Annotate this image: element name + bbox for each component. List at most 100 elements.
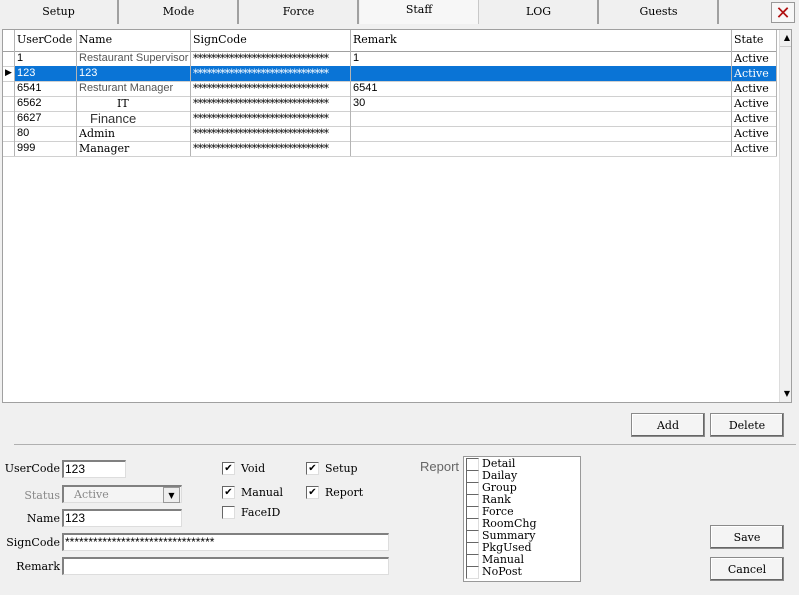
col-state[interactable]: State — [732, 30, 777, 51]
remark-cell: 6541 — [351, 81, 732, 96]
checkbox-label: Manual — [241, 486, 284, 499]
status-select[interactable]: Active ▼ — [62, 485, 182, 503]
remark-cell — [351, 66, 732, 81]
col-name[interactable]: Name — [77, 30, 191, 51]
checkbox-icon[interactable] — [222, 506, 235, 519]
report-label: Report — [420, 459, 460, 474]
remark-cell — [351, 126, 732, 141]
chevron-down-icon[interactable]: ▼ — [163, 487, 180, 503]
delete-button[interactable]: Delete — [710, 413, 784, 437]
row-selector-icon[interactable] — [3, 141, 15, 156]
table-row[interactable]: 6562 IT ****************************** 30 Ac… — [3, 96, 777, 112]
status-value: Active — [74, 488, 109, 501]
remark-cell: 30 — [351, 96, 732, 111]
checkbox-void[interactable]: ✔ Void — [222, 462, 265, 475]
name-cell: Restaurant Supervisor — [77, 51, 191, 66]
name-input[interactable]: 123 — [62, 509, 182, 527]
signcode-input[interactable]: ******************************** — [62, 533, 389, 551]
scroll-down-icon[interactable]: ▼ — [780, 386, 791, 402]
cancel-button[interactable]: Cancel — [710, 557, 784, 581]
usercode-cell: 123 — [15, 66, 77, 81]
tab-force[interactable]: Force — [240, 0, 359, 24]
checkbox-setup[interactable]: ✔ Setup — [306, 462, 358, 475]
table-row[interactable]: 999 Manager ******************************… — [3, 141, 777, 157]
signcode-cell: ****************************** — [191, 111, 351, 126]
checkbox-manual[interactable]: ✔ Manual — [222, 486, 283, 499]
remark-cell — [351, 141, 732, 156]
col-usercode[interactable]: UserCode — [15, 30, 77, 51]
name-label: Name — [26, 512, 60, 525]
tab-setup[interactable]: Setup — [0, 0, 119, 24]
signcode-cell: ****************************** — [191, 66, 351, 81]
name-cell: Admin — [77, 126, 191, 141]
usercode-input[interactable]: 123 — [62, 460, 126, 478]
report-list[interactable]: Detail Dailay Group Rank Force RoomChg Summary… — [463, 456, 581, 582]
name-cell: Finance — [77, 111, 191, 126]
tab-mode[interactable]: Mode — [120, 0, 239, 24]
table-row[interactable]: 1 Restaurant Supervisor ******************… — [3, 51, 777, 67]
checkbox-icon[interactable] — [466, 565, 479, 579]
save-button[interactable]: Save — [710, 525, 784, 549]
name-cell: Resturant Manager — [77, 81, 191, 96]
add-button[interactable]: Add — [631, 413, 705, 437]
state-cell: Active — [732, 66, 777, 81]
report-item-nopost[interactable]: NoPost — [464, 565, 580, 579]
tab-log[interactable]: LOG — [480, 0, 599, 24]
signcode-cell: ****************************** — [191, 51, 351, 66]
table-row[interactable]: 6541 Resturant Manager *******************… — [3, 81, 777, 97]
table-row[interactable]: ▶ 123 123 ****************************** Act… — [3, 66, 777, 82]
table-row[interactable]: 6627 Finance *****************************… — [3, 111, 777, 127]
row-indicator-header — [3, 30, 15, 51]
checkbox-icon[interactable]: ✔ — [306, 486, 319, 499]
row-selector-icon[interactable] — [3, 111, 15, 126]
col-signcode[interactable]: SignCode — [191, 30, 351, 51]
table-row[interactable]: 80 Admin ****************************** Act… — [3, 126, 777, 142]
usercode-cell: 6627 — [15, 111, 77, 126]
checkbox-icon[interactable]: ✔ — [222, 462, 235, 475]
state-cell: Active — [732, 96, 777, 111]
state-cell: Active — [732, 111, 777, 126]
grid-header: UserCode Name SignCode Remark State — [3, 30, 777, 52]
checkbox-icon[interactable]: ✔ — [222, 486, 235, 499]
remark-cell: 1 — [351, 51, 732, 66]
signcode-cell: ****************************** — [191, 141, 351, 156]
checkbox-label: FaceID — [241, 506, 281, 519]
name-cell: IT — [77, 96, 191, 111]
row-selector-icon[interactable] — [3, 126, 15, 141]
tab-guests[interactable]: Guests — [600, 0, 719, 24]
state-cell: Active — [732, 51, 777, 66]
state-cell: Active — [732, 141, 777, 156]
scroll-up-icon[interactable]: ▲ — [780, 30, 791, 47]
name-cell: 123 — [77, 66, 191, 81]
divider — [14, 444, 796, 445]
signcode-cell: ****************************** — [191, 96, 351, 111]
usercode-cell: 999 — [15, 141, 77, 156]
row-selector-icon[interactable]: ▶ — [3, 66, 15, 81]
signcode-label: SignCode — [6, 536, 60, 549]
remark-input[interactable] — [62, 557, 389, 575]
remark-cell — [351, 111, 732, 126]
signcode-cell: ****************************** — [191, 126, 351, 141]
usercode-cell: 6562 — [15, 96, 77, 111]
checkbox-label: Report — [325, 486, 364, 499]
close-icon[interactable]: ✕ — [771, 2, 795, 24]
remark-label: Remark — [16, 560, 60, 573]
checkbox-icon[interactable]: ✔ — [306, 462, 319, 475]
row-selector-icon[interactable] — [3, 81, 15, 96]
row-selector-icon[interactable] — [3, 96, 15, 111]
usercode-cell: 6541 — [15, 81, 77, 96]
checkbox-label: Void — [241, 462, 266, 475]
state-cell: Active — [732, 126, 777, 141]
vertical-scrollbar[interactable]: ▲ ▼ — [779, 30, 791, 402]
col-remark[interactable]: Remark — [351, 30, 732, 51]
usercode-label: UserCode — [4, 462, 60, 475]
staff-grid[interactable]: UserCode Name SignCode Remark State 1 Res… — [2, 29, 792, 403]
usercode-cell: 80 — [15, 126, 77, 141]
checkbox-report[interactable]: ✔ Report — [306, 486, 363, 499]
row-selector-icon[interactable] — [3, 51, 15, 66]
report-item-label: NoPost — [482, 565, 522, 578]
tab-staff[interactable]: Staff — [360, 0, 479, 24]
checkbox-faceid[interactable]: FaceID — [222, 506, 280, 519]
signcode-cell: ****************************** — [191, 81, 351, 96]
status-label: Status — [24, 489, 60, 502]
